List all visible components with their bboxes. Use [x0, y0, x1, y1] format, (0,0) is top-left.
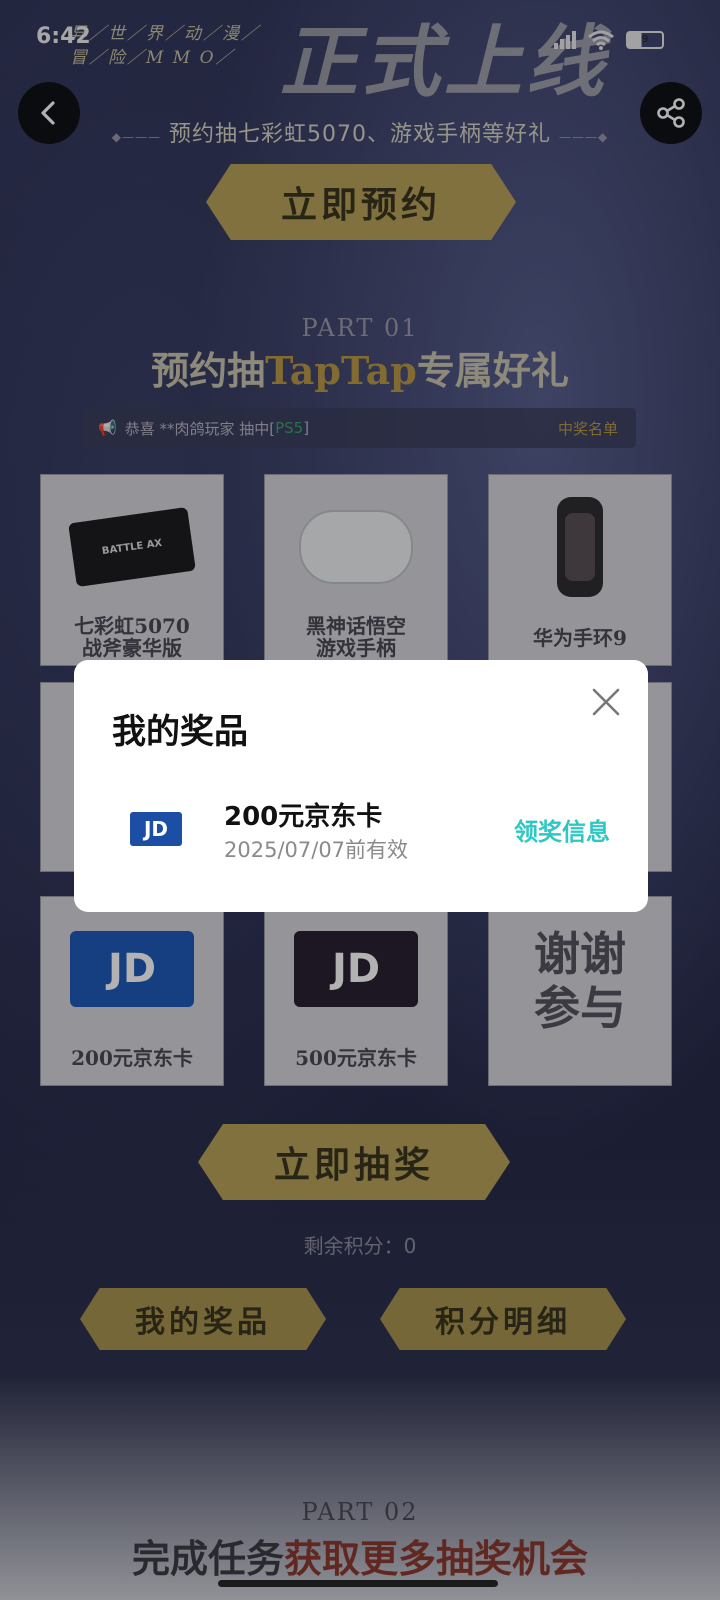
my-prizes-dialog: 我的奖品 JD 200元京东卡 2025/07/07前有效 领奖信息: [74, 660, 648, 912]
claim-info-link[interactable]: 领奖信息: [514, 812, 610, 847]
home-indicator[interactable]: [218, 1580, 498, 1587]
jd-card-thumbnail: JD: [130, 812, 182, 846]
prize-expiry: 2025/07/07前有效: [224, 838, 409, 862]
close-icon: [592, 688, 620, 716]
dialog-title: 我的奖品: [112, 712, 248, 752]
close-button[interactable]: [586, 682, 626, 722]
prize-name: 200元京东卡: [224, 802, 383, 832]
